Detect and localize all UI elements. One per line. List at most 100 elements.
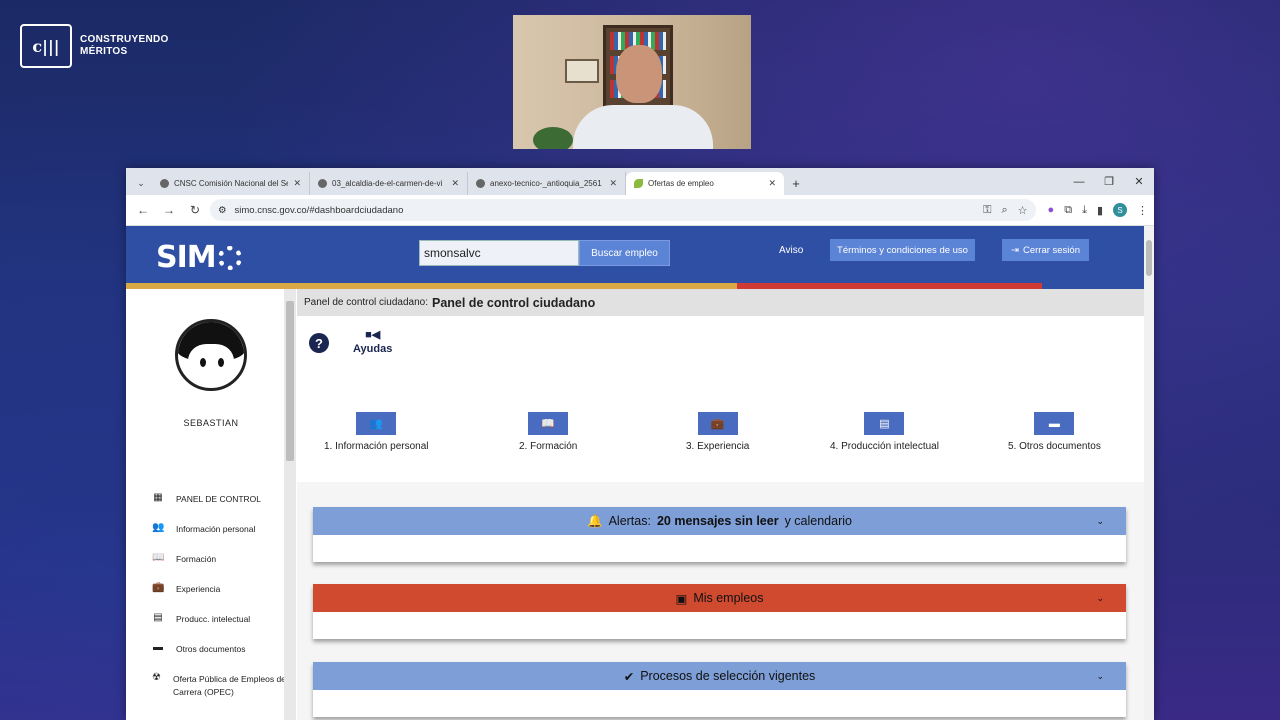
browser-window: ⌄ CNSC Comisión Nacional del Se ✕ 03_alc… (126, 168, 1154, 720)
my-jobs-body (313, 612, 1126, 639)
step-produccion-intelectual[interactable]: ▤ 4. Producción intelectual (830, 412, 939, 452)
alerts-prefix: Alertas: (608, 514, 651, 528)
search-input[interactable] (419, 240, 579, 266)
sidebar: SEBASTIAN ▦ PANEL DE CONTROL 👥 Informaci… (126, 289, 296, 720)
logout-icon: ⇥ (1011, 244, 1019, 256)
puzzle-icon[interactable]: ⧉ (1064, 204, 1072, 217)
documents-icon: ▤ (864, 412, 905, 435)
alerts-body (313, 535, 1126, 562)
forward-icon[interactable]: → (158, 199, 180, 221)
key-icon[interactable]: ⚿ (983, 204, 991, 217)
logout-button[interactable]: ⇥ Cerrar sesión (1002, 239, 1089, 261)
webcam-feed (513, 15, 751, 149)
close-window-icon[interactable]: ✕ (1124, 168, 1154, 195)
sidebar-menu: ▦ PANEL DE CONTROL 👥 Información persona… (152, 493, 287, 703)
sidebar-item-panel[interactable]: ▦ PANEL DE CONTROL (152, 493, 287, 523)
page-scrollbar[interactable] (1144, 226, 1154, 720)
extensions-area: ● ⧉ ⤓ ▮ S ⋮ (1040, 203, 1148, 217)
tab-ofertas[interactable]: Ofertas de empleo ✕ (626, 172, 784, 195)
alerts-card: 🔔 Alertas: 20 mensajes sin leer y calend… (313, 507, 1126, 562)
star-icon[interactable]: ☆ (1018, 204, 1028, 217)
brand-line-2: MÉRITOS (80, 46, 128, 57)
simo-logo[interactable]: SIM (156, 240, 242, 275)
sidepanel-icon[interactable]: ▮ (1097, 204, 1103, 217)
new-tab-button[interactable]: + (784, 172, 808, 195)
sidebar-item-label: Información personal (176, 524, 256, 534)
help-icon[interactable]: ? (309, 333, 329, 353)
processes-header[interactable]: ✔ Procesos de selección vigentes ⌄ (313, 662, 1126, 690)
step-otros-documentos[interactable]: ▬ 5. Otros documentos (1008, 412, 1101, 452)
page-viewport: SIM Buscar empleo Aviso Términos y condi… (126, 226, 1144, 720)
people-icon: 👥 (356, 412, 397, 435)
username: SEBASTIAN (183, 418, 239, 428)
bell-icon: 🔔 (587, 513, 603, 528)
sidebar-item-experiencia[interactable]: 💼 Experiencia (152, 583, 287, 613)
sidebar-item-formacion[interactable]: 📖 Formación (152, 553, 287, 583)
my-jobs-header[interactable]: ▣ Mis empleos ⌄ (313, 584, 1126, 612)
breadcrumb-prefix: Panel de control ciudadano: (304, 297, 428, 308)
tab-anexo[interactable]: anexo-tecnico-_antioquia_2561 ✕ (468, 172, 626, 195)
processes-title: Procesos de selección vigentes (640, 669, 816, 683)
logout-label: Cerrar sesión (1022, 244, 1080, 256)
restore-icon[interactable]: ❐ (1094, 168, 1124, 195)
alerts-header[interactable]: 🔔 Alertas: 20 mensajes sin leer y calend… (313, 507, 1126, 535)
tab-cnsc[interactable]: CNSC Comisión Nacional del Se ✕ (152, 172, 310, 195)
close-icon[interactable]: ✕ (609, 178, 617, 189)
aviso-link[interactable]: Aviso (779, 245, 803, 256)
plant (533, 127, 573, 149)
badge-icon: ▣ (675, 591, 688, 606)
sidebar-item-produccion[interactable]: ▤ Producc. intelectual (152, 613, 287, 643)
step-experiencia[interactable]: 💼 3. Experiencia (686, 412, 749, 452)
sidebar-item-documentos[interactable]: ▬ Otros documentos (152, 643, 287, 673)
url-field[interactable]: ⚙ simo.cnsc.gov.co/#dashboardciudadano ⚿… (210, 199, 1036, 221)
sidebar-scrollbar[interactable] (284, 289, 296, 720)
back-icon[interactable]: ← (132, 199, 154, 221)
main-content: Panel de control ciudadano: Panel de con… (297, 289, 1144, 720)
globe-icon (318, 179, 327, 188)
brand-overlay: c||| CONSTRUYENDO MÉRITOS (20, 24, 169, 68)
book-icon: 📖 (152, 552, 165, 563)
alerts-count: 20 mensajes sin leer (656, 514, 779, 528)
avatar (175, 319, 247, 391)
my-jobs-title: Mis empleos (693, 591, 764, 605)
tab-alcaldia[interactable]: 03_alcaldia-de-el-carmen-de-vi ✕ (310, 172, 468, 195)
zoom-icon[interactable]: ⌕ (1002, 204, 1008, 217)
globe-icon (476, 179, 485, 188)
sidebar-item-label: Producc. intelectual (176, 614, 251, 624)
extension-icon[interactable]: ● (1048, 204, 1055, 216)
reload-icon[interactable]: ↻ (184, 199, 206, 221)
close-icon[interactable]: ✕ (451, 178, 459, 189)
simo-header: SIM Buscar empleo Aviso Términos y condi… (126, 226, 1144, 283)
chevron-down-icon[interactable]: ⌄ (1096, 593, 1104, 604)
wall-picture (565, 59, 599, 83)
chevron-down-icon[interactable]: ⌄ (1096, 516, 1104, 527)
close-icon[interactable]: ✕ (293, 178, 301, 189)
dashboard-icon: ▦ (153, 492, 163, 503)
search-button[interactable]: Buscar empleo (579, 240, 670, 266)
tab-title: anexo-tecnico-_antioquia_2561 (490, 179, 602, 188)
brand-text: CONSTRUYENDO MÉRITOS (80, 34, 169, 58)
sidebar-item-opec[interactable]: ☢ Oferta Pública de Empleos de Carrera (… (152, 673, 287, 703)
site-settings-icon[interactable]: ⚙ (218, 205, 227, 216)
documents-icon: ▤ (153, 612, 163, 623)
step-informacion-personal[interactable]: 👥 1. Información personal (324, 412, 429, 452)
close-icon[interactable]: ✕ (768, 178, 776, 189)
window-controls: — ❐ ✕ (1064, 168, 1154, 195)
profile-avatar[interactable]: S (1113, 203, 1127, 217)
alerts-suffix: y calendario (784, 514, 852, 528)
menu-icon[interactable]: ⋮ (1137, 204, 1148, 217)
tab-bar: ⌄ CNSC Comisión Nacional del Se ✕ 03_alc… (126, 168, 1154, 195)
brand-line-1: CONSTRUYENDO (80, 34, 169, 45)
presenter-head (616, 45, 662, 103)
book-icon: 📖 (528, 412, 569, 435)
chevron-down-icon[interactable]: ⌄ (1096, 671, 1104, 682)
processes-card: ✔ Procesos de selección vigentes ⌄ (313, 662, 1126, 717)
help-videos-button[interactable]: ■◀ Ayudas (353, 328, 392, 355)
download-icon[interactable]: ⤓ (1082, 204, 1087, 217)
step-formacion[interactable]: 📖 2. Formación (519, 412, 577, 452)
tab-search-button[interactable]: ⌄ (130, 172, 152, 195)
sidebar-item-personal[interactable]: 👥 Información personal (152, 523, 287, 553)
check-circle-icon: ✔ (623, 669, 635, 684)
minimize-icon[interactable]: — (1064, 168, 1094, 195)
terms-button[interactable]: Términos y condiciones de uso (830, 239, 975, 261)
